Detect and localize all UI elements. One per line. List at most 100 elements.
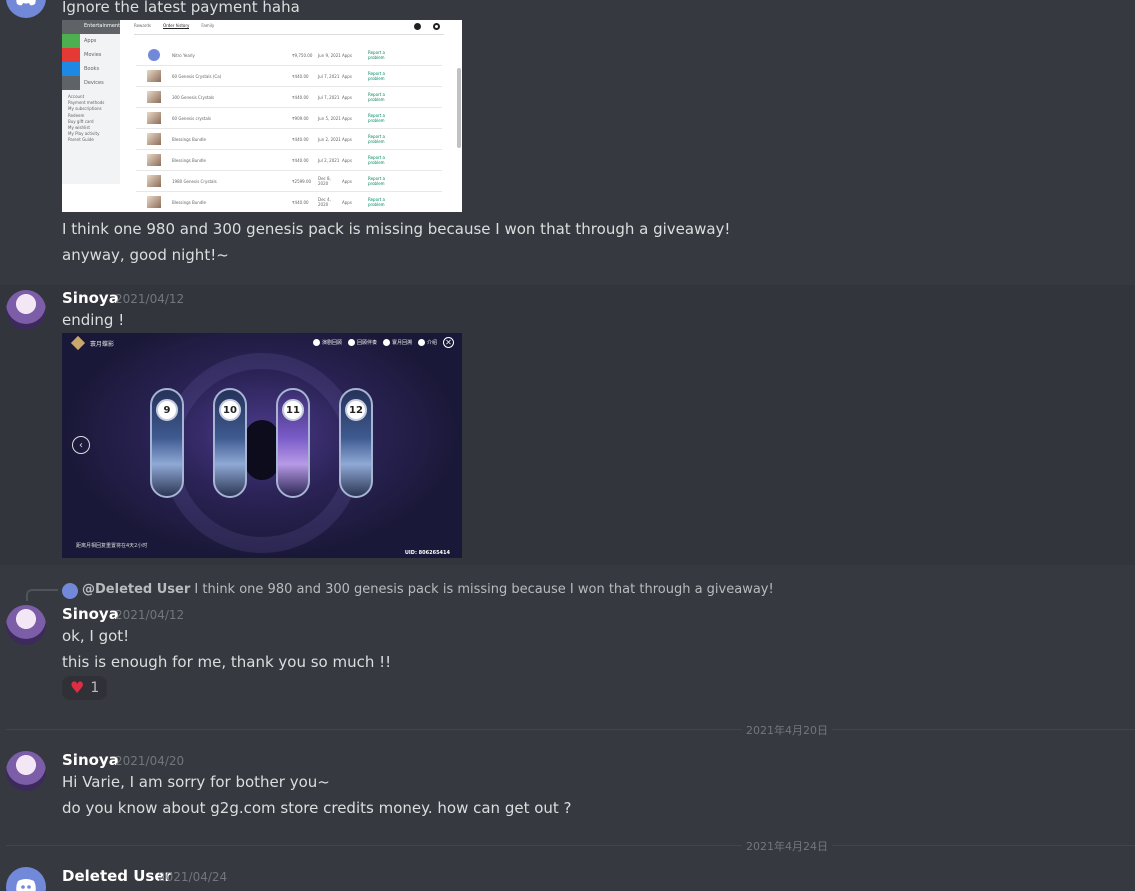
tab-rewards[interactable]: Rewards [134, 23, 151, 29]
row-price: ₹440.00 [292, 94, 309, 100]
row-price: ₹440.00 [292, 199, 309, 205]
date-divider [6, 729, 1135, 730]
menu-item[interactable]: 演剧回顾 [312, 339, 342, 346]
reply-avatar[interactable] [62, 583, 78, 599]
message-author[interactable]: Sinoya [62, 751, 119, 769]
row-item: Blessings Bundle [172, 157, 206, 163]
event-logo-icon [70, 335, 86, 351]
sidebar: Apps Movies Books Devices Account Paymen… [62, 34, 120, 184]
menu-label: 回顾伴奏 [356, 340, 377, 346]
order-table: Nitro Yearly ₹9,750.00 Jun 9, 2021 Apps … [136, 45, 442, 212]
back-arrow-icon[interactable]: ‹ [72, 436, 90, 454]
sinoya-avatar[interactable] [6, 751, 46, 791]
row-type: Apps [342, 136, 352, 142]
info-dot-icon [312, 339, 320, 346]
message-timestamp: 2021/04/12 [115, 292, 185, 306]
menu-label: 演剧回顾 [321, 340, 342, 346]
app-thumbnail [147, 70, 161, 82]
attachment-image-order-history[interactable]: Entertainment Apps Movies Books Devices … [62, 20, 462, 212]
deleted-user-avatar[interactable] [6, 0, 46, 18]
message-author[interactable]: Sinoya [62, 289, 119, 307]
row-date: Jun 9, 2021 [318, 52, 341, 58]
row-price: ₹2599.00 [292, 178, 312, 184]
report-link[interactable]: Report a problem [368, 113, 388, 123]
deleted-user-avatar[interactable] [6, 867, 46, 891]
message-text: do you know about g2g.com store credits … [62, 799, 572, 817]
settings-icon[interactable] [433, 23, 440, 30]
report-link[interactable]: Report a problem [368, 155, 388, 165]
report-link[interactable]: Report a problem [368, 197, 388, 207]
discord-logo-icon [148, 49, 160, 61]
help-icon [417, 339, 425, 346]
reply-preview[interactable]: @Deleted User I think one 980 and 300 ge… [82, 582, 774, 597]
row-date: Jul 7, 2021 [318, 94, 340, 100]
sidebar-header-bar: Entertainment [62, 20, 120, 34]
row-price: ₹9,750.00 [292, 52, 313, 58]
sinoya-avatar[interactable] [6, 605, 46, 645]
menu-item[interactable]: 寰月回溯 [382, 339, 412, 346]
sidebar-item-devices[interactable]: Devices [84, 80, 104, 86]
message-text: ok, I got! [62, 627, 130, 645]
table-row[interactable]: 1980 Genesis Crystals ₹2599.00 Dec 8, 20… [136, 171, 442, 192]
card-number-badge: 11 [282, 399, 304, 421]
table-row[interactable]: Nitro Yearly ₹9,750.00 Jun 9, 2021 Apps … [136, 45, 442, 66]
attachment-image-game-screenshot[interactable]: 寰月蝶影 演剧回顾 回顾伴奏 寰月回溯 介绍 ✕ ‹ 9 10 11 12 距离… [62, 333, 462, 558]
tab-bar: Rewards Order history Family [134, 23, 214, 29]
reply-spine [26, 589, 58, 601]
message-author[interactable]: Deleted User [62, 867, 172, 885]
message-text: this is enough for me, thank you so much… [62, 653, 392, 671]
sidebar-link[interactable]: My subscriptions [68, 106, 104, 112]
app-thumbnail [147, 112, 161, 124]
table-row[interactable]: 300 Genesis Crystals ₹440.00 Jul 7, 2021… [136, 87, 442, 108]
row-item: 300 Genesis Crystals [172, 94, 215, 100]
message-text: ending ! [62, 311, 125, 329]
menu-item[interactable]: 回顾伴奏 [347, 339, 377, 346]
row-type: Apps [342, 199, 352, 205]
sidebar-item-books[interactable]: Books [84, 66, 99, 72]
tab-order-history[interactable]: Order history [162, 23, 190, 29]
table-row[interactable]: Blessings Bundle ₹440.00 Dec 4, 2020 App… [136, 192, 442, 212]
menu-label: 寰月回溯 [391, 340, 412, 346]
sidebar-item-apps[interactable]: Apps [84, 38, 96, 44]
row-type: Apps [342, 157, 352, 163]
app-thumbnail [147, 91, 161, 103]
card-number-badge: 12 [345, 399, 367, 421]
row-date: Jul 7, 2021 [318, 73, 340, 79]
table-row[interactable]: Blessings Bundle ₹440.00 Jul 2, 2021 App… [136, 150, 442, 171]
message-timestamp: 2021/04/12 [115, 608, 185, 622]
reaction-heart[interactable]: ♥ 1 [62, 676, 107, 700]
menu-item[interactable]: 介绍 [417, 339, 437, 346]
discord-logo-icon [16, 0, 36, 6]
info-dot-icon [382, 339, 390, 346]
table-row[interactable]: 60 Genesis Crystals (Ca) ₹440.00 Jul 7, … [136, 66, 442, 87]
sidebar-link[interactable]: Parent Guide [68, 137, 104, 143]
table-row[interactable]: 60 Genesis crystals ₹909.00 Jun 5, 2021 … [136, 108, 442, 129]
row-date: Jun 5, 2021 [318, 115, 341, 121]
heart-icon: ♥ [70, 678, 85, 697]
help-icon[interactable] [414, 23, 421, 30]
card-number-badge: 10 [219, 399, 241, 421]
report-link[interactable]: Report a problem [368, 71, 388, 81]
message-timestamp: 2021/04/20 [115, 754, 185, 768]
report-link[interactable]: Report a problem [368, 176, 388, 186]
report-link[interactable]: Report a problem [368, 92, 388, 102]
reaction-count: 1 [90, 680, 100, 696]
row-price: ₹909.00 [292, 115, 309, 121]
row-type: Apps [342, 115, 352, 121]
message-author[interactable]: Sinoya [62, 605, 119, 623]
report-link[interactable]: Report a problem [368, 50, 388, 60]
row-date: Dec 4, 2020 [318, 197, 331, 207]
table-row[interactable]: Blessings Bundle ₹440.00 Jun 2, 2021 App… [136, 129, 442, 150]
reply-text: I think one 980 and 300 genesis pack is … [194, 582, 774, 597]
reply-author[interactable]: @Deleted User [82, 582, 190, 597]
tab-family[interactable]: Family [201, 23, 214, 29]
row-type: Apps [342, 73, 352, 79]
sinoya-avatar[interactable] [6, 290, 46, 330]
scrollbar[interactable] [457, 68, 461, 148]
event-title: 寰月蝶影 [90, 341, 115, 348]
card-number-badge: 9 [156, 399, 178, 421]
sidebar-item-movies[interactable]: Movies [84, 52, 101, 58]
row-date: Jun 2, 2021 [318, 136, 341, 142]
close-icon[interactable]: ✕ [443, 337, 454, 348]
report-link[interactable]: Report a problem [368, 134, 388, 144]
